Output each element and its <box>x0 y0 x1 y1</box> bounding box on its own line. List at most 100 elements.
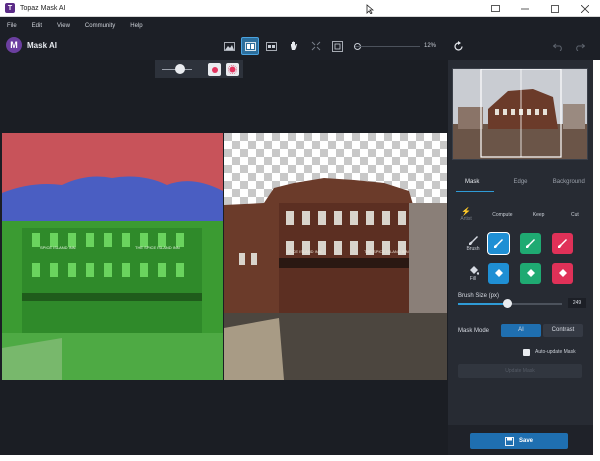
reset-button[interactable] <box>449 37 467 55</box>
image-canvas[interactable]: SPICE ISLAND INN THE SPICE ISLAND INN SP… <box>0 60 448 455</box>
mode-cut-label: Cut <box>570 212 579 218</box>
right-panel: Mask Edge Background ⚡ Artist Compute Kee… <box>448 60 593 455</box>
menu-community[interactable]: Community <box>85 23 115 29</box>
brush-grid: Brush Fill <box>458 228 586 288</box>
fill-bucket-icon <box>527 268 535 277</box>
window-title: Topaz Mask AI <box>20 4 66 12</box>
redo-button[interactable] <box>570 37 588 55</box>
brand: M Mask AI <box>6 37 57 53</box>
navigator-thumbnail[interactable] <box>452 68 588 160</box>
mode-artist[interactable]: ⚡ Artist <box>448 203 484 223</box>
tab-background[interactable]: Background <box>545 175 593 191</box>
mode-compute-label: Compute <box>492 212 513 218</box>
compute-fill-button[interactable] <box>488 262 509 284</box>
compute-brush-button[interactable] <box>488 232 509 254</box>
brush-icon <box>494 238 503 248</box>
brush-soft-button[interactable] <box>226 63 239 76</box>
split-view-icon <box>244 41 256 51</box>
brush-size-label: Brush Size (px) <box>458 293 500 299</box>
brush-options-bar <box>155 60 243 78</box>
result-view[interactable]: SPICE ISLAND INN THE SPICE ISLAND INN <box>224 133 447 380</box>
tablet-mode-icon <box>490 5 500 12</box>
brand-name: Mask AI <box>27 40 57 50</box>
window-bottom-edge <box>0 455 600 461</box>
window-edge <box>593 60 600 455</box>
mode-keep-label: Keep <box>532 212 545 218</box>
zoom-value: 12% <box>424 43 437 49</box>
window-mode-button[interactable] <box>480 0 510 17</box>
mode-keep[interactable]: Keep <box>521 203 557 223</box>
keep-fill-button[interactable] <box>520 262 541 284</box>
menu-file[interactable]: File <box>7 23 17 29</box>
hand-icon <box>291 41 297 50</box>
split-view-button[interactable] <box>241 37 259 55</box>
zoom-100-icon <box>331 40 343 52</box>
maximize-button[interactable] <box>540 0 570 17</box>
brush-icon <box>468 235 478 245</box>
reset-icon <box>453 40 463 51</box>
cut-fill-button[interactable] <box>552 262 573 284</box>
minimize-icon <box>521 8 529 9</box>
panel-tabs: Mask Edge Background <box>448 175 593 191</box>
menu-view[interactable]: View <box>57 23 70 29</box>
undo-icon <box>552 43 562 51</box>
main-toolbar: M Mask AI Pan Fit 100% 12% Reset Undo Re… <box>0 34 600 93</box>
brush-hardness-handle[interactable] <box>175 64 185 74</box>
zoom-100-button[interactable] <box>328 37 346 55</box>
tab-mask[interactable]: Mask <box>448 175 496 191</box>
redo-icon <box>575 43 585 51</box>
brush-tool-label: Brush <box>458 235 488 252</box>
mode-cut[interactable]: Cut <box>557 203 593 223</box>
navigator-image <box>453 69 587 159</box>
brush-icon <box>526 238 535 248</box>
cut-brush-button[interactable] <box>552 232 573 254</box>
app-logo-icon: T <box>5 3 15 13</box>
brush-size-handle[interactable] <box>503 299 512 308</box>
tab-edge[interactable]: Edge <box>496 175 544 191</box>
menu-bar: File Edit View Community Help <box>0 17 600 34</box>
save-button[interactable]: Save <box>470 433 568 449</box>
dot-icon <box>211 66 218 73</box>
menu-help[interactable]: Help <box>130 23 142 29</box>
lightning-icon: ⚡ <box>461 207 472 216</box>
fill-bucket-icon <box>559 268 567 277</box>
undo-button[interactable] <box>549 37 567 55</box>
minimize-button[interactable] <box>510 0 540 17</box>
soft-brush-icon <box>228 65 237 74</box>
pan-button[interactable] <box>285 37 303 55</box>
mouse-cursor-icon <box>366 4 374 14</box>
update-mask-button[interactable]: Update Mask <box>458 364 582 378</box>
brush-dot-button[interactable] <box>208 63 221 76</box>
fill-tool-label: Fill <box>458 265 488 282</box>
fit-icon <box>311 41 321 51</box>
image-view-icon <box>223 41 235 51</box>
mask-overlay-view[interactable]: SPICE ISLAND INN THE SPICE ISLAND INN <box>2 133 223 380</box>
close-button[interactable] <box>570 0 600 17</box>
mask-mode-ai-button[interactable]: AI <box>501 324 541 337</box>
cutout-building-image <box>224 133 447 380</box>
mode-compute[interactable]: Compute <box>484 203 520 223</box>
side-by-side-button[interactable] <box>262 37 280 55</box>
left-sign-text: SPICE ISLAND INN <box>40 245 76 250</box>
fill-bucket-icon <box>495 268 503 277</box>
menu-edit[interactable]: Edit <box>32 23 42 29</box>
single-view-button[interactable] <box>220 37 238 55</box>
zoom-slider[interactable] <box>355 46 420 47</box>
auto-update-checkbox[interactable] <box>523 349 530 356</box>
mask-mode-label: Mask Mode <box>458 328 490 334</box>
brush-row: Brush <box>458 228 586 258</box>
side-by-side-icon <box>265 41 277 51</box>
masked-building-image <box>2 133 223 380</box>
fill-bucket-icon <box>469 265 479 275</box>
fill-row: Fill <box>458 258 586 288</box>
mask-mode-contrast-button[interactable]: Contrast <box>543 324 583 337</box>
save-label: Save <box>518 438 533 444</box>
fit-button[interactable] <box>307 37 325 55</box>
close-icon <box>581 4 589 13</box>
brush-size-value[interactable]: 249 <box>568 298 586 308</box>
mode-artist-label: Artist <box>460 216 472 222</box>
keep-brush-button[interactable] <box>520 232 541 254</box>
left-sign-text-2: THE SPICE ISLAND INN <box>135 245 180 250</box>
title-bar: T Topaz Mask AI <box>0 0 600 17</box>
panel-footer: Save <box>448 425 593 455</box>
